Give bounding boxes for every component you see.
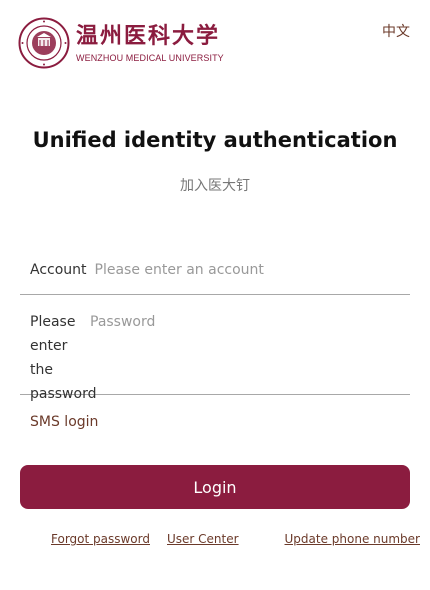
page-subtitle: 加入医大钉 xyxy=(180,178,250,194)
university-seal-icon xyxy=(18,17,70,69)
logo-english-name: WENZHOU MEDICAL UNIVERSITY xyxy=(76,53,224,63)
password-input[interactable] xyxy=(90,310,410,334)
sms-login-link[interactable]: SMS login xyxy=(30,414,98,430)
user-center-link[interactable]: User Center xyxy=(167,532,239,546)
update-phone-link[interactable]: Update phone number xyxy=(285,532,420,546)
logo-chinese-name: 温州医科大学 xyxy=(76,23,221,49)
header: 温州医科大学 WENZHOU MEDICAL UNIVERSITY 中文 xyxy=(0,0,430,80)
logo-text: 温州医科大学 WENZHOU MEDICAL UNIVERSITY xyxy=(76,22,224,64)
account-field: Account xyxy=(20,250,410,295)
password-field: Please enter the password xyxy=(20,302,410,402)
university-logo: 温州医科大学 WENZHOU MEDICAL UNIVERSITY xyxy=(18,17,224,69)
forgot-password-link[interactable]: Forgot password xyxy=(51,532,150,546)
language-switch[interactable]: 中文 xyxy=(382,21,410,41)
password-label: Please enter the password xyxy=(30,314,97,402)
login-button[interactable]: Login xyxy=(20,465,410,509)
account-input[interactable] xyxy=(94,258,410,282)
account-label: Account xyxy=(30,262,87,278)
page-title: Unified identity authentication xyxy=(32,128,398,152)
